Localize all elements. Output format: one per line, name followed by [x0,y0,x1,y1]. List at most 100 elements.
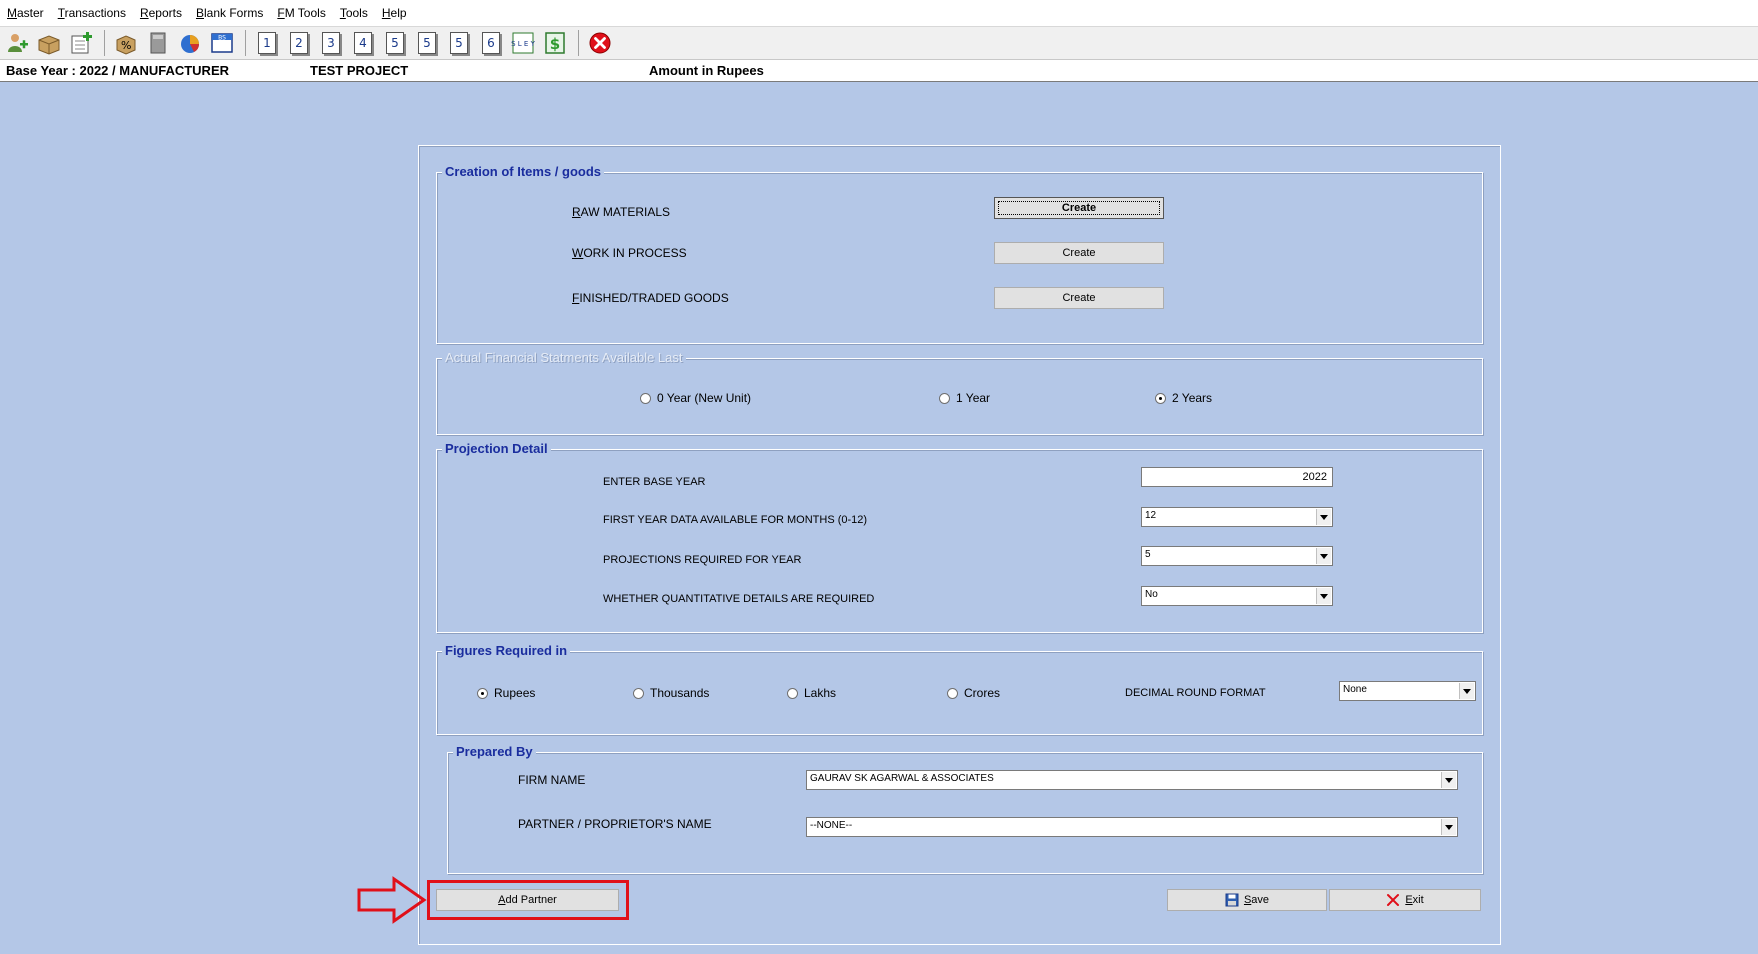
toolbar-calculator[interactable] [145,30,171,56]
toolbar-percent-box[interactable]: % [113,30,139,56]
toolbar-step-1[interactable]: 1 [254,30,280,56]
balance-sheet-icon: BS [211,33,233,53]
menu-master[interactable]: Master [0,6,51,20]
label-text: INISHED/TRADED GOODS [579,291,729,305]
close-icon [589,32,611,54]
menu-label: elp [390,6,407,20]
base-year-input[interactable]: 2022 [1141,467,1333,487]
decimal-round-select[interactable]: None [1339,681,1476,701]
menu-help[interactable]: Help [375,6,414,20]
toolbar-pie-chart[interactable] [177,30,203,56]
radio-rupees[interactable]: Rupees [477,686,535,700]
toolbar-step-2[interactable]: 2 [286,30,312,56]
menu-blank-forms[interactable]: Blank Forms [189,6,270,20]
create-work-in-process-button[interactable]: Create [994,242,1164,264]
save-button[interactable]: Save [1167,889,1327,911]
toolbar-step-5b[interactable]: 5 [414,30,440,56]
select-value: No [1145,589,1158,600]
menu-label: eports [148,6,182,20]
annotation-arrow-icon [357,876,427,924]
chevron-down-icon[interactable] [1441,819,1456,835]
toolbar-dollar[interactable]: $ [542,30,568,56]
radio-label: 0 Year (New Unit) [657,391,752,405]
status-bar: Base Year : 2022 / MANUFACTURER TEST PRO… [0,60,1758,82]
partner-name-select[interactable]: --NONE-- [806,817,1458,837]
quantitative-details-select[interactable]: No [1141,586,1333,606]
toolbar-new-document[interactable] [68,30,94,56]
firm-name-label: FIRM NAME [518,773,586,787]
projection-detail-legend: Projection Detail [442,441,551,456]
toolbar-separator [245,30,246,56]
radio-lakhs[interactable]: Lakhs [787,686,836,700]
exit-button[interactable]: Exit [1329,889,1481,911]
select-value: --NONE-- [810,820,853,831]
projection-years-select[interactable]: 5 [1141,546,1333,566]
financial-statements-legend: Actual Financial Statments Available Las… [442,350,686,365]
toolbar-step-6[interactable]: 6 [478,30,504,56]
mnemonic: W [572,246,584,260]
menu-mnemonic: R [139,6,149,20]
amount-unit-status: Amount in Rupees [649,63,764,78]
raw-materials-label: RAW MATERIALS [572,205,670,219]
radio-crores[interactable]: Crores [947,686,1000,700]
percent-box-icon: % [116,35,136,55]
balance-sheet-label: BS [218,35,226,42]
menu-label: ransactions [64,6,126,20]
menu-label: lank Forms [204,6,264,20]
toolbar-balance-sheet[interactable]: BS [209,30,235,56]
close-x-icon [1387,894,1400,906]
radio-0-year[interactable]: 0 Year (New Unit) [640,391,751,405]
project-name-status: TEST PROJECT [310,63,409,78]
toolbar: % BS 1 2 3 4 5 5 5 6 S L E Y $ [0,26,1758,60]
mnemonic: R [572,205,581,219]
menu-mnemonic: H [381,6,391,20]
menu-mnemonic: M [7,6,17,20]
number-2-icon: 2 [290,32,308,54]
menu-tools[interactable]: Tools [333,6,375,20]
toolbar-boxes[interactable] [36,30,62,56]
menu-mnemonic: F [277,6,285,20]
number-1-icon: 1 [258,32,276,54]
toolbar-step-4[interactable]: 4 [350,30,376,56]
label-text: ORK IN PROCESS [583,246,687,260]
radio-1-year[interactable]: 1 Year [939,391,990,405]
sley-label: S L E Y [511,40,535,48]
create-finished-goods-button[interactable]: Create [994,287,1164,309]
create-raw-materials-button[interactable]: Create [994,197,1164,219]
menu-label: aster [17,6,44,20]
select-value: GAURAV SK AGARWAL & ASSOCIATES [810,773,994,784]
menu-fm-tools[interactable]: FM Tools [270,6,332,20]
chevron-down-icon[interactable] [1316,509,1331,525]
chevron-down-icon[interactable] [1441,772,1456,788]
radio-dot [633,687,644,699]
toolbar-step-5c[interactable]: 5 [446,30,472,56]
radio-2-years[interactable]: 2 Years [1155,391,1212,405]
decimal-round-label: DECIMAL ROUND FORMAT [1125,687,1266,699]
new-document-icon [71,32,92,54]
radio-thousands[interactable]: Thousands [633,686,709,700]
firm-name-select[interactable]: GAURAV SK AGARWAL & ASSOCIATES [806,770,1458,790]
menu-mnemonic: T [57,6,65,20]
radio-label: Thousands [650,686,710,700]
toolbar-add-user[interactable] [4,30,30,56]
partner-name-label: PARTNER / PROPRIETOR'S NAME [518,817,712,831]
toolbar-close[interactable] [587,30,613,56]
chevron-down-icon[interactable] [1316,588,1331,604]
radio-label: 1 Year [956,391,991,405]
mnemonic: S [1243,894,1252,906]
radio-label: Rupees [494,686,536,700]
months-available-label: FIRST YEAR DATA AVAILABLE FOR MONTHS (0-… [603,514,868,526]
radio-dot-selected [1155,392,1166,404]
chevron-down-icon[interactable] [1459,683,1474,699]
radio-dot [939,392,950,404]
menu-reports[interactable]: Reports [133,6,189,20]
toolbar-sley[interactable]: S L E Y [510,30,536,56]
menu-transactions[interactable]: Transactions [51,6,133,20]
toolbar-step-5a[interactable]: 5 [382,30,408,56]
add-user-icon [8,34,28,52]
chevron-down-icon[interactable] [1316,548,1331,564]
prepared-by-legend: Prepared By [453,744,536,759]
toolbar-step-3[interactable]: 3 [318,30,344,56]
radio-dot-selected [477,687,488,699]
months-available-select[interactable]: 12 [1141,507,1333,527]
